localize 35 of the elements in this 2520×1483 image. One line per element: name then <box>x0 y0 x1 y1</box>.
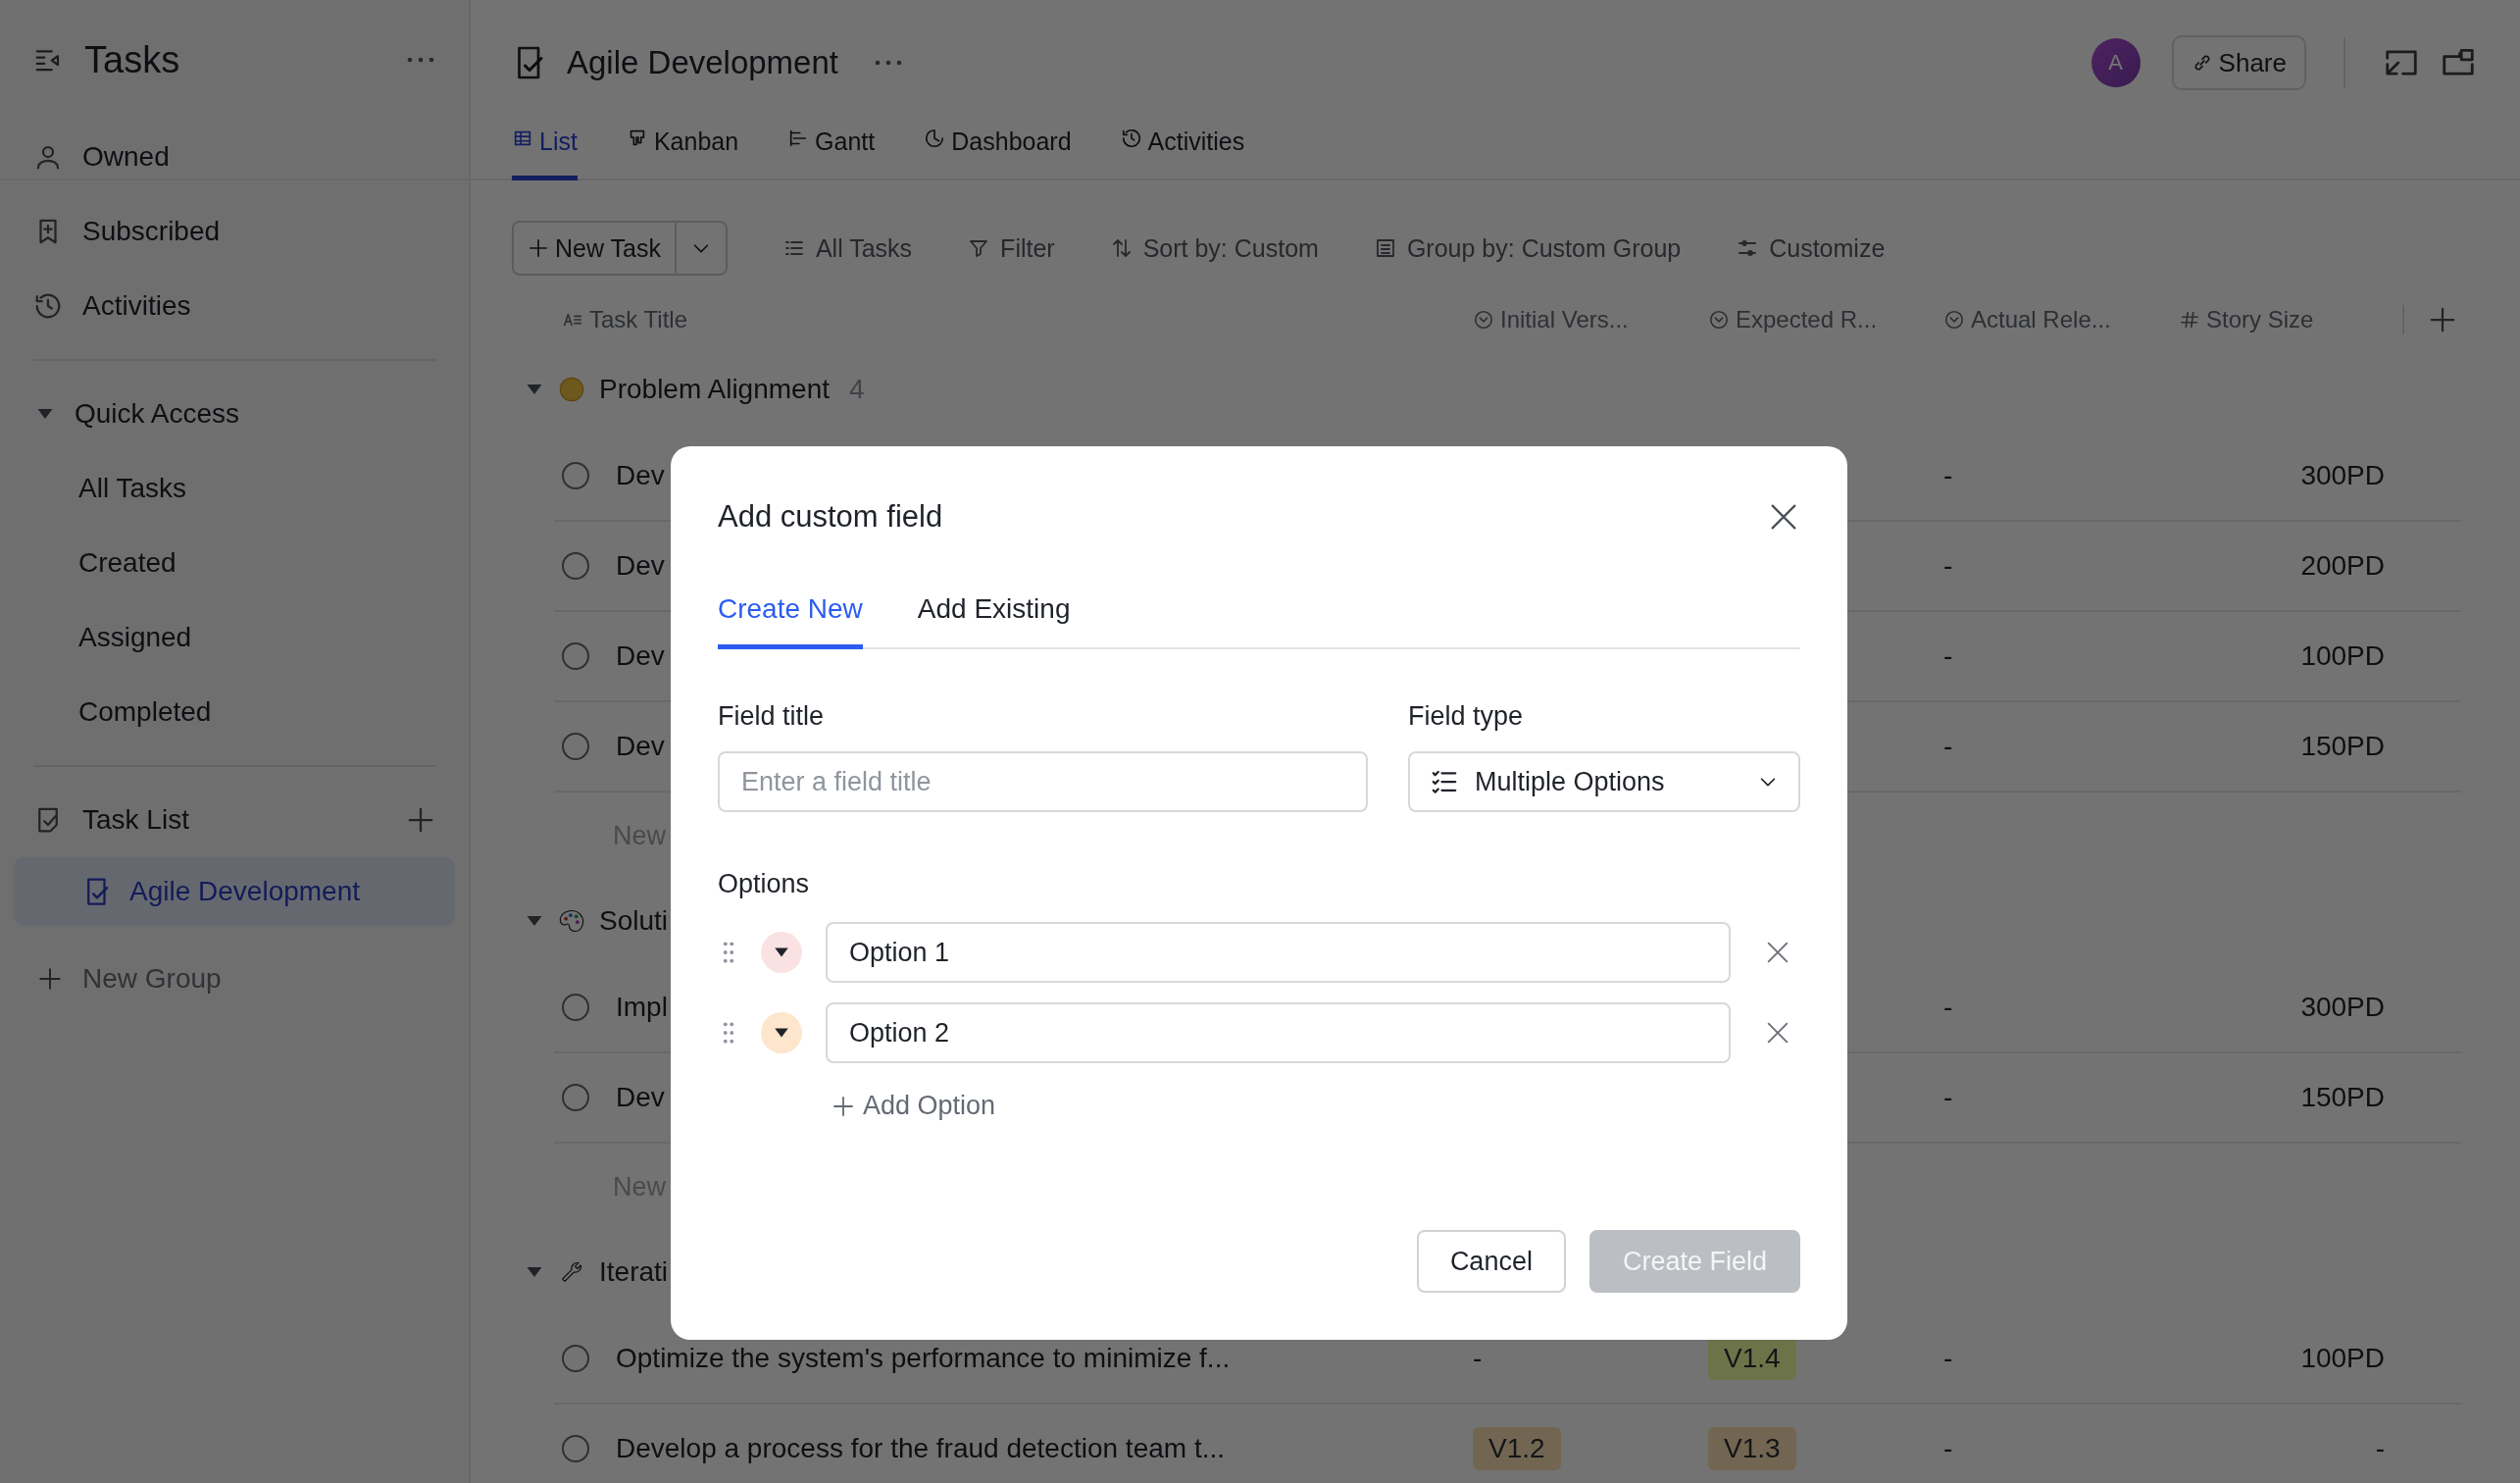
task-title: Dev <box>616 460 665 491</box>
field-label: Field type <box>1408 701 1525 732</box>
table-cell: - <box>1943 992 1953 1023</box>
table-cell: - <box>1943 1433 1953 1464</box>
table-cell: 150PD <box>2300 1082 2385 1113</box>
table-cell: - <box>1943 640 1953 672</box>
table-cell: 300PD <box>2300 460 2385 491</box>
table-cell: 200PD <box>2300 550 2385 582</box>
table-cell: - <box>1943 1082 1953 1113</box>
task-title: Dev <box>616 640 665 672</box>
sidebar-title: Tasks <box>84 38 181 81</box>
table-cell: - <box>1943 460 1953 491</box>
table-cell: 100PD <box>2300 640 2385 672</box>
task-title: Optimize the system's performance to minimize f... <box>616 1343 1231 1374</box>
table-cell: 300PD <box>2300 992 2385 1023</box>
section-header: Task List <box>82 804 190 836</box>
task-title: Dev <box>616 550 665 582</box>
task-title: Dev <box>616 1082 665 1113</box>
field-label: Options <box>718 869 811 899</box>
version-tag: V1.3 <box>1708 1427 1796 1470</box>
table-cell: - <box>1943 731 1953 762</box>
table-cell: - <box>1943 1343 1953 1374</box>
table-cell: - <box>1473 1343 1483 1374</box>
page-title: Agile Development <box>567 44 838 81</box>
table-cell: 150PD <box>2300 731 2385 762</box>
table-cell: - <box>2375 1433 2385 1464</box>
version-tag: V1.4 <box>1708 1337 1796 1380</box>
task-title: Dev <box>616 731 665 762</box>
version-tag: V1.2 <box>1473 1427 1561 1470</box>
field-label: Field title <box>718 701 826 732</box>
table-cell: - <box>1943 550 1953 582</box>
table-cell: 100PD <box>2300 1343 2385 1374</box>
task-title: Develop a process for the fraud detection team t... <box>616 1433 1225 1464</box>
task-title: Impl <box>616 992 668 1023</box>
dialog-title: Add custom field <box>718 499 943 535</box>
